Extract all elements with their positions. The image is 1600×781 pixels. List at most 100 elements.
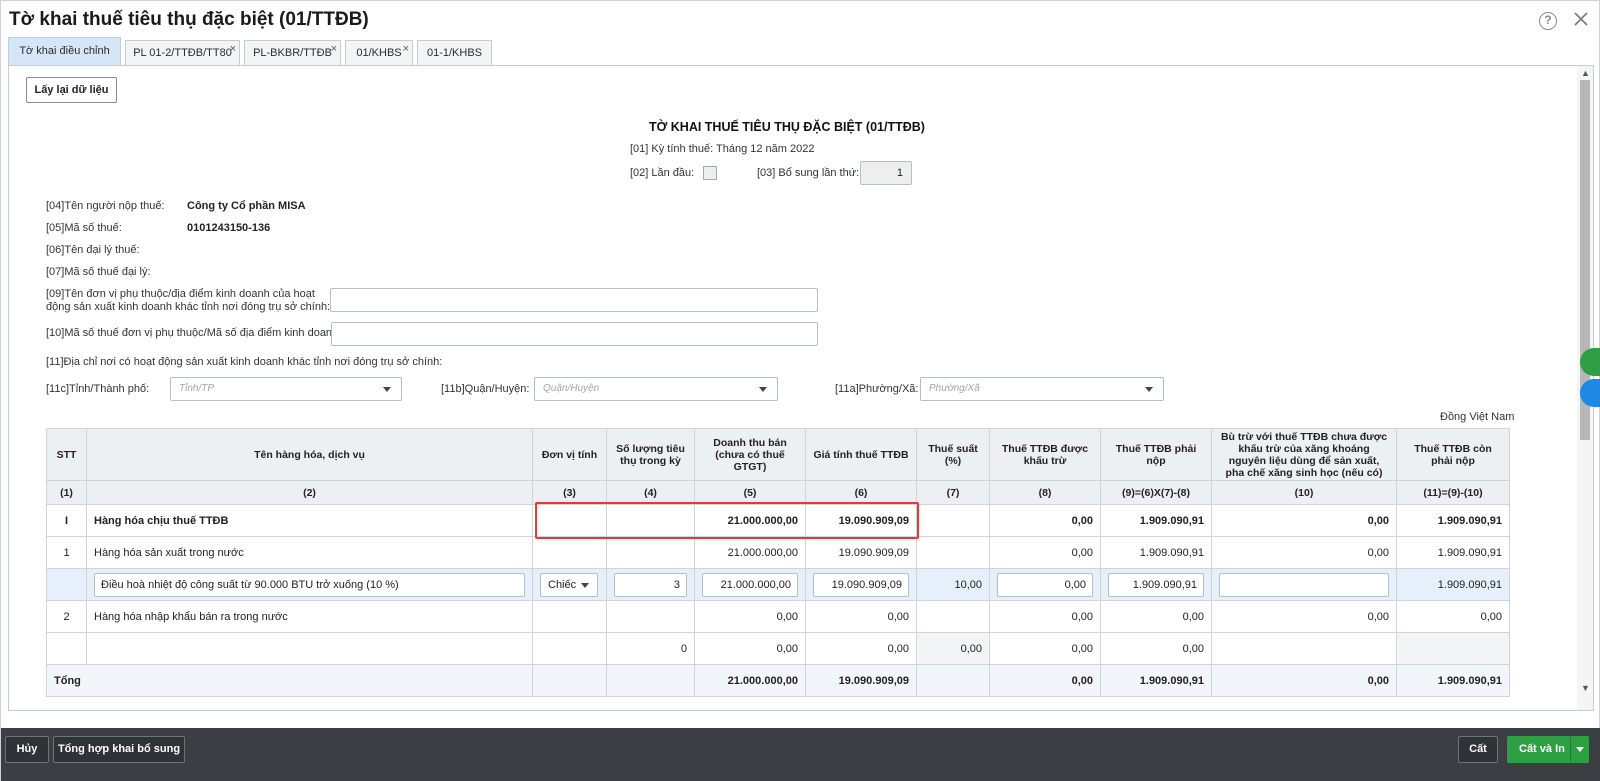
total-remaining: 1.909.090,91 bbox=[1396, 664, 1510, 697]
tab-adjusted-declaration[interactable]: Tờ khai điều chỉnh bbox=[8, 37, 121, 67]
total-deduct: 0,00 bbox=[989, 664, 1101, 697]
table-row-item-editing[interactable]: Điều hoà nhiệt độ công suất từ 90.000 BT… bbox=[46, 568, 1510, 601]
tab-label: PL 01-2/TTĐB/TT80 bbox=[133, 47, 232, 59]
price-input[interactable]: 19.090.909,09 bbox=[813, 572, 909, 597]
column-number: (3) bbox=[532, 480, 607, 505]
remaining-cell bbox=[1396, 632, 1510, 665]
item-name-cell: Hàng hóa sản xuất trong nước bbox=[86, 536, 533, 569]
feedback-side-icon[interactable] bbox=[1580, 348, 1600, 376]
item-name-cell[interactable] bbox=[86, 632, 533, 665]
column-number: (5) bbox=[694, 480, 806, 505]
save-and-print-label: Cất và In bbox=[1519, 743, 1565, 755]
column-header: Thuế TTĐB còn phải nộp bbox=[1396, 428, 1510, 481]
scroll-up-icon[interactable]: ▲ bbox=[1581, 69, 1590, 78]
unit-cell bbox=[532, 504, 607, 537]
column-header: Thuế TTĐB phải nộp bbox=[1100, 428, 1212, 481]
item-name-cell: Hàng hóa nhập khẩu bán ra trong nước bbox=[86, 600, 533, 633]
payable-input[interactable]: 1.909.090,91 bbox=[1108, 572, 1204, 597]
supplement-label: [03] Bổ sung lần thứ: bbox=[757, 167, 860, 179]
supplement-number-field[interactable]: 1 bbox=[860, 161, 912, 185]
save-and-print-button[interactable]: Cất và In bbox=[1507, 736, 1589, 763]
deduct-cell: 0,00 bbox=[989, 600, 1101, 633]
agent-name-label: [06]Tên đại lý thuế: bbox=[46, 244, 140, 256]
payable-cell[interactable]: 0,00 bbox=[1100, 632, 1212, 665]
stt-cell: 2 bbox=[46, 600, 87, 633]
item-name-input[interactable]: Điều hoà nhiệt độ công suất từ 90.000 BT… bbox=[94, 572, 525, 597]
cancel-button[interactable]: Hủy bbox=[5, 736, 49, 763]
qty-cell[interactable]: 0 bbox=[606, 632, 695, 665]
reload-data-button[interactable]: Lấy lại dữ liệu bbox=[26, 77, 117, 103]
table-row-empty-item[interactable]: 0 0,00 0,00 0,00 0,00 0,00 bbox=[46, 632, 1510, 665]
rate-cell bbox=[916, 536, 990, 569]
tab-pl-bkbr[interactable]: PL-BKBR/TTĐB × bbox=[244, 40, 341, 66]
unit-cell bbox=[532, 536, 607, 569]
rate-cell: 0,00 bbox=[916, 632, 990, 665]
tab-01-1-khbs[interactable]: 01-1/KHBS bbox=[417, 40, 492, 66]
table-row-group-total[interactable]: I Hàng hóa chịu thuế TTĐB 21.000.000,00 … bbox=[46, 504, 1510, 537]
unit-value: Chiếc bbox=[548, 578, 577, 591]
branch-name-input[interactable] bbox=[330, 288, 818, 312]
save-button[interactable]: Cất bbox=[1458, 736, 1498, 763]
province-select[interactable]: Tỉnh/TP bbox=[170, 377, 402, 401]
table-row-imported[interactable]: 2 Hàng hóa nhập khẩu bán ra trong nước 0… bbox=[46, 600, 1510, 633]
column-header: Tên hàng hóa, dịch vụ bbox=[86, 428, 533, 481]
total-price: 19.090.909,09 bbox=[805, 664, 917, 697]
ward-select[interactable]: Phường/Xã bbox=[920, 377, 1164, 401]
stt-cell: 1 bbox=[46, 536, 87, 569]
save-print-dropdown[interactable] bbox=[1570, 737, 1588, 762]
remaining-cell: 0,00 bbox=[1396, 600, 1510, 633]
price-cell[interactable]: 0,00 bbox=[805, 632, 917, 665]
chevron-down-icon bbox=[759, 387, 767, 392]
chat-side-icon[interactable] bbox=[1580, 379, 1600, 407]
total-payable: 1.909.090,91 bbox=[1100, 664, 1212, 697]
tab-close-icon[interactable]: × bbox=[230, 37, 236, 62]
rate-cell bbox=[916, 504, 990, 537]
district-select[interactable]: Quận/Huyện bbox=[534, 377, 778, 401]
taxpayer-name-label: [04]Tên người nộp thuế: bbox=[46, 200, 165, 212]
total-label: Tổng bbox=[46, 664, 533, 697]
empty-cell bbox=[606, 664, 695, 697]
empty-cell bbox=[916, 664, 990, 697]
column-header: Số lượng tiêu thụ trong kỳ bbox=[606, 428, 695, 481]
rate-cell bbox=[916, 600, 990, 633]
rate-cell: 10,00 bbox=[916, 568, 990, 601]
tab-01-khbs[interactable]: 01/KHBS × bbox=[345, 40, 413, 66]
offset-input[interactable] bbox=[1219, 572, 1389, 597]
branch-name-label: [09]Tên đơn vị phụ thuộc/địa điểm kinh d… bbox=[46, 288, 315, 300]
qty-cell bbox=[606, 536, 695, 569]
close-icon[interactable] bbox=[1571, 9, 1591, 29]
revenue-cell: 0,00 bbox=[694, 600, 806, 633]
revenue-cell[interactable]: 0,00 bbox=[694, 632, 806, 665]
title-bar: Tờ khai thuế tiêu thụ đặc biệt (01/TTĐB)… bbox=[1, 1, 1600, 37]
tax-code-label: [05]Mã số thuế: bbox=[46, 222, 122, 234]
form-heading: TỜ KHAI THUẾ TIÊU THỤ ĐẶC BIỆT (01/TTĐB) bbox=[649, 120, 925, 134]
scroll-down-icon[interactable]: ▼ bbox=[1581, 684, 1590, 693]
column-header: Bù trừ với thuế TTĐB chưa được khấu trừ … bbox=[1211, 428, 1397, 481]
table-header-row: STT Tên hàng hóa, dịch vụ Đơn vị tính Số… bbox=[46, 428, 1510, 481]
first-time-label: [02] Lần đầu: bbox=[630, 167, 695, 179]
empty-cell bbox=[532, 664, 607, 697]
column-number: (9)=(6)X(7)-(8) bbox=[1100, 480, 1212, 505]
deduct-input[interactable]: 0,00 bbox=[997, 572, 1093, 597]
column-number: (8) bbox=[989, 480, 1101, 505]
table-row-domestic[interactable]: 1 Hàng hóa sản xuất trong nước 21.000.00… bbox=[46, 536, 1510, 569]
unit-select[interactable]: Chiếc bbox=[540, 572, 598, 597]
tab-close-icon[interactable]: × bbox=[331, 37, 337, 62]
help-icon[interactable]: ? bbox=[1539, 12, 1557, 30]
unit-cell[interactable] bbox=[532, 632, 607, 665]
tab-close-icon[interactable]: × bbox=[403, 37, 409, 62]
price-cell: 19.090.909,09 bbox=[805, 536, 917, 569]
supplement-summary-button[interactable]: Tổng hợp khai bổ sung bbox=[53, 736, 185, 763]
offset-cell: 0,00 bbox=[1211, 536, 1397, 569]
branch-code-input[interactable] bbox=[331, 322, 818, 346]
first-time-checkbox[interactable] bbox=[703, 166, 717, 180]
ward-placeholder: Phường/Xã bbox=[929, 383, 980, 394]
offset-cell[interactable] bbox=[1211, 632, 1397, 665]
tab-pl-01-2[interactable]: PL 01-2/TTĐB/TT80 × bbox=[125, 40, 240, 66]
qty-input[interactable]: 3 bbox=[614, 572, 687, 597]
deduct-cell[interactable]: 0,00 bbox=[989, 632, 1101, 665]
payable-cell: 0,00 bbox=[1100, 600, 1212, 633]
column-header: Thuế TTĐB được khấu trừ bbox=[989, 428, 1101, 481]
revenue-input[interactable]: 21.000.000,00 bbox=[702, 572, 798, 597]
taxpayer-name: Công ty Cổ phần MISA bbox=[187, 200, 306, 212]
